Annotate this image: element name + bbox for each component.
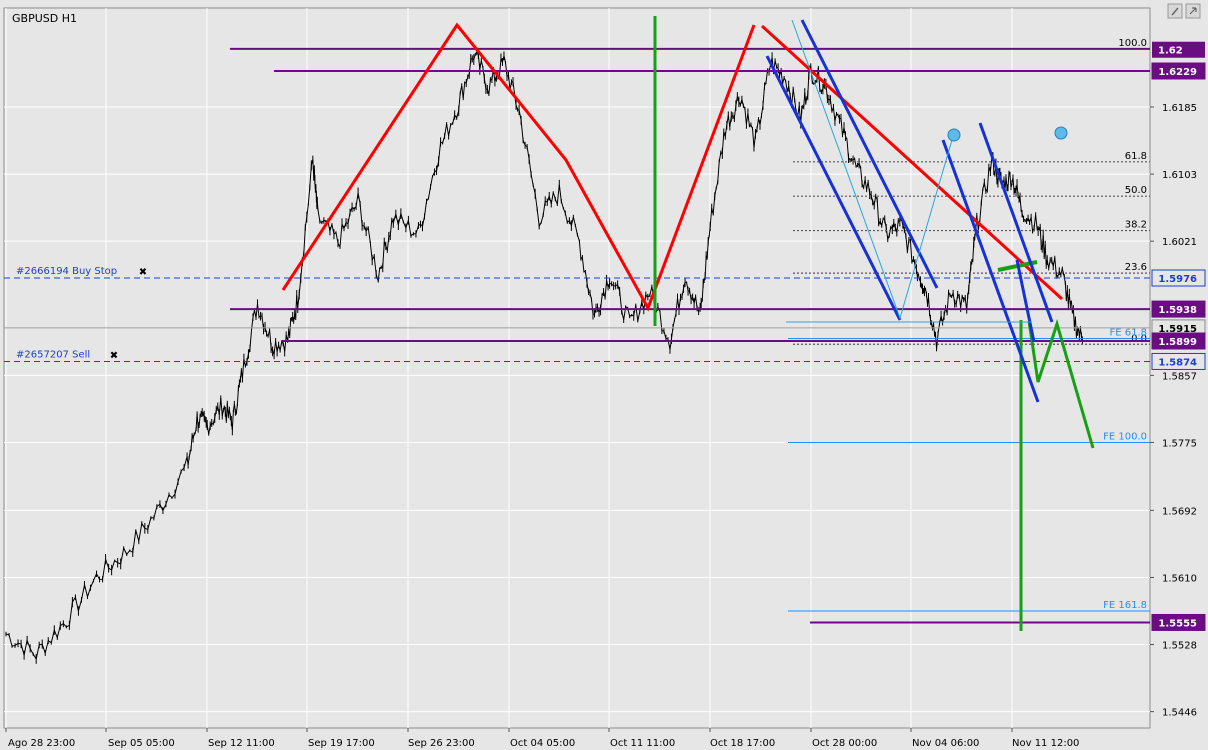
x-tick-label: Oct 28 00:00 [812,738,877,749]
fe-level-label: FE 100.0 [1103,431,1147,442]
price-badge-text: 1.62 [1158,46,1183,57]
price-label-layer: 1.62291.59761.59381.59151.58991.58741.55… [1151,3,1206,631]
fib-level-label: 38.2 [1125,220,1147,231]
y-tick-label: 1.5528 [1162,641,1197,652]
fib-level-label: 50.0 [1125,185,1147,196]
x-tick-label: Sep 26 23:00 [408,738,475,749]
fib-level-label: 23.6 [1125,262,1147,273]
x-tick-label: Oct 04 05:00 [510,738,575,749]
fib-level-label: 61.8 [1125,151,1147,162]
x-tick-label: Sep 05 05:00 [108,738,175,749]
fe-level-label: FE 161.8 [1103,600,1147,611]
price-badge-text: 1.5976 [1158,274,1197,285]
y-tick-label: 1.6021 [1162,237,1197,248]
chart-root: 1.6185 1.6103 1.6021 1.5857 1.5775 1.5692 1.56… [0,0,1208,750]
price-badge-text: 1.5555 [1158,618,1197,629]
plot-frame [3,7,1151,729]
grid-layer [3,7,1151,729]
pivot-marker-icon [947,128,961,142]
order-label: #2657207 Sell [16,349,90,360]
y-tick-label: 1.6185 [1162,103,1197,114]
order-label: #2666194 Buy Stop [16,266,117,277]
y-tick-label: 1.5610 [1162,573,1197,584]
order-close-icon: ✖ [139,267,147,278]
price-badge-text: 1.6229 [1158,67,1197,78]
fib-level-label: 100.0 [1118,38,1147,49]
y-tick-label: 1.5775 [1162,438,1197,449]
price-badge-text: 1.5938 [1158,305,1197,316]
y-tick-label: 1.5692 [1162,506,1197,517]
x-tick-label: Nov 11 12:00 [1012,738,1079,749]
x-tick-label: Sep 19 17:00 [308,738,375,749]
fe-level-label: FE 61.8 [1109,328,1147,339]
x-tick-label: Oct 18 17:00 [710,738,775,749]
x-tick-label: Ago 28 23:00 [8,738,75,749]
pivot-marker-icon [1054,126,1068,140]
order-close-icon: ✖ [110,350,118,361]
x-tick-label: Nov 04 06:00 [912,738,979,749]
x-tick-label: Oct 11 11:00 [610,738,675,749]
price-badge-text: 1.5874 [1158,357,1197,368]
y-tick-label: 1.5446 [1162,708,1197,719]
x-tick-label: Sep 12 11:00 [208,738,275,749]
price-badge-text: 1.5899 [1158,337,1197,348]
price-chart[interactable]: 1.6185 1.6103 1.6021 1.5857 1.5775 1.5692 1.56… [0,0,1208,750]
chart-title: GBPUSD H1 [12,12,77,25]
y-tick-label: 1.6103 [1162,170,1197,181]
y-tick-label: 1.5857 [1162,371,1197,382]
